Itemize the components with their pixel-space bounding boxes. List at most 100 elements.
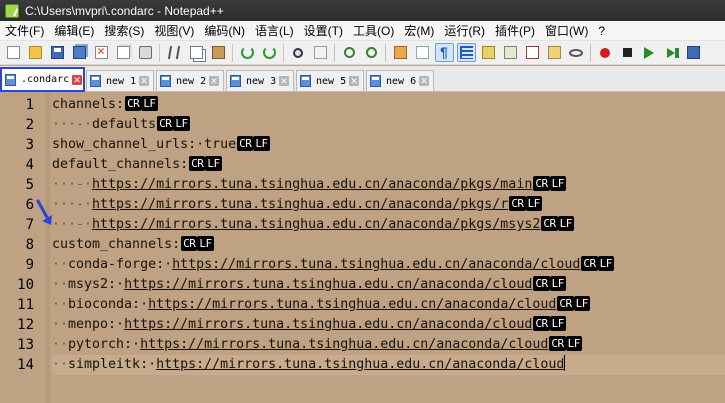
save-all-button[interactable]: [70, 43, 89, 62]
tab-new-2[interactable]: new 2 ✕: [156, 70, 224, 91]
menu-help[interactable]: ?: [593, 21, 610, 41]
tab-new-6[interactable]: new 6 ✕: [366, 70, 434, 91]
user-language-button[interactable]: [479, 43, 498, 62]
zoom-out-button[interactable]: [362, 43, 381, 62]
menu-file[interactable]: 文件(F): [0, 21, 49, 41]
find-button[interactable]: [289, 43, 308, 62]
code-area[interactable]: 1 channels: CR LF 2 ···-·defaults CR LF 3 show_ch…: [17, 95, 725, 375]
tab-new-1[interactable]: new 1 ✕: [86, 70, 154, 91]
indent-guide-button[interactable]: [456, 43, 476, 62]
tab-condarc[interactable]: .condarc ✕: [0, 67, 85, 92]
code-line[interactable]: 3 show_channel_urls:·true CR LF: [26, 135, 725, 155]
word-wrap-button[interactable]: [413, 43, 432, 62]
lf-marker: LF: [525, 196, 542, 211]
tab-close-icon[interactable]: ✕: [139, 76, 150, 86]
folder-workspace-button[interactable]: [545, 43, 564, 62]
new-file-button[interactable]: [4, 43, 23, 62]
save-button[interactable]: [48, 43, 67, 62]
code-line[interactable]: 2 ···-·defaults CR LF: [26, 115, 725, 135]
editor-pane[interactable]: 1 channels: CR LF 2 ···-·defaults CR LF 3 show_ch…: [0, 93, 725, 403]
tab-close-icon[interactable]: ✕: [279, 76, 290, 86]
menu-view[interactable]: 视图(V): [149, 21, 199, 41]
url-link[interactable]: https://mirrors.tuna.tsinghua.edu.cn/ana…: [172, 257, 580, 272]
tab-close-icon[interactable]: ✕: [209, 76, 220, 86]
url-link[interactable]: https://mirrors.tuna.tsinghua.edu.cn/ana…: [124, 277, 532, 292]
url-link[interactable]: https://mirrors.tuna.tsinghua.edu.cn/ana…: [140, 337, 548, 352]
whitespace-markers: ··: [52, 277, 69, 292]
play-macro-button[interactable]: [640, 43, 659, 62]
close-all-button[interactable]: [114, 43, 133, 62]
tab-close-icon[interactable]: ✕: [419, 76, 430, 86]
code-line[interactable]: 12 ··menpo:·https://mirrors.tuna.tsinghua…: [17, 315, 725, 335]
tab-label: new 6: [386, 75, 417, 87]
close-button[interactable]: [92, 43, 111, 62]
url-link[interactable]: https://mirrors.tuna.tsinghua.edu.cn/ana…: [92, 217, 540, 232]
stop-macro-button[interactable]: [618, 43, 637, 62]
menu-edit[interactable]: 编辑(E): [49, 21, 99, 41]
zoom-in-button[interactable]: [340, 43, 359, 62]
url-link[interactable]: https://mirrors.tuna.tsinghua.edu.cn/ana…: [156, 357, 564, 372]
cut-button[interactable]: [165, 43, 184, 62]
menu-plugins[interactable]: 插件(P): [490, 21, 540, 41]
code-line[interactable]: 10 ··msys2:·https://mirrors.tuna.tsinghua…: [17, 275, 725, 295]
print-button[interactable]: [136, 43, 155, 62]
monitoring-button[interactable]: [567, 43, 586, 62]
code-line[interactable]: 1 channels: CR LF: [26, 95, 725, 115]
url-link[interactable]: https://mirrors.tuna.tsinghua.edu.cn/ana…: [148, 297, 556, 312]
line-number: 9: [25, 257, 34, 273]
code-line[interactable]: 7 ···-·https://mirrors.tuna.tsinghua.edu.…: [26, 215, 725, 235]
show-all-chars-button[interactable]: ¶: [434, 43, 454, 62]
line-number: 2: [25, 117, 34, 133]
code-line[interactable]: 5 ···-·https://mirrors.tuna.tsinghua.edu.…: [26, 175, 725, 195]
menu-settings[interactable]: 设置(T): [299, 21, 348, 41]
save-macro-button[interactable]: [684, 43, 703, 62]
replace-button[interactable]: [311, 43, 330, 62]
code-text: conda-forge:·: [68, 257, 173, 272]
run-macro-multiple-icon: [667, 47, 675, 58]
record-macro-button[interactable]: [596, 43, 615, 62]
code-line[interactable]: 4 default_channels: CR LF: [26, 155, 725, 175]
annotation-arrow-icon: [36, 199, 52, 225]
menu-tools[interactable]: 工具(O): [348, 21, 399, 41]
title-bar: C:\Users\mvpri\.condarc - Notepad++: [0, 0, 725, 21]
url-link[interactable]: https://mirrors.tuna.tsinghua.edu.cn/ana…: [92, 177, 532, 192]
undo-button[interactable]: [238, 43, 257, 62]
code-line[interactable]: 11 ··bioconda:·https://mirrors.tuna.tsing…: [17, 295, 725, 315]
url-link[interactable]: https://mirrors.tuna.tsinghua.edu.cn/ana…: [92, 197, 508, 212]
menu-encoding[interactable]: 编码(N): [199, 21, 250, 41]
lf-marker: LF: [597, 256, 614, 271]
redo-button[interactable]: [260, 43, 279, 62]
menu-macro[interactable]: 宏(M): [399, 21, 439, 41]
monitoring-icon: [569, 48, 583, 57]
tab-new-3[interactable]: new 3 ✕: [226, 70, 294, 91]
open-file-button[interactable]: [26, 43, 45, 62]
open-file-icon: [28, 46, 42, 59]
function-list-button[interactable]: [523, 43, 542, 62]
document-map-icon: [503, 46, 517, 59]
new-file-icon: [6, 46, 20, 59]
copy-button[interactable]: [187, 43, 206, 62]
tab-close-icon[interactable]: ✕: [72, 74, 83, 85]
run-macro-multiple-button[interactable]: [662, 43, 681, 62]
menu-window[interactable]: 窗口(W): [540, 21, 593, 41]
menu-language[interactable]: 语言(L): [250, 21, 299, 41]
menu-run[interactable]: 运行(R): [439, 21, 490, 41]
code-line[interactable]: 13 ··pytorch:·https://mirrors.tuna.tsingh…: [17, 335, 725, 355]
code-line[interactable]: 8 custom_channels: CR LF: [26, 235, 725, 255]
paste-button[interactable]: [209, 43, 228, 62]
code-line[interactable]: 14 ··simpleitk:·https://mirrors.tuna.tsin…: [17, 355, 725, 375]
sync-scroll-button[interactable]: [391, 43, 410, 62]
toolbar-separator: [283, 43, 284, 62]
tab-label: new 1: [106, 75, 137, 87]
tab-close-icon[interactable]: ✕: [349, 76, 360, 86]
code-line[interactable]: 9 ··conda-forge:·https://mirrors.tuna.tsi…: [26, 255, 725, 275]
line-number: 5: [25, 177, 34, 193]
whitespace-markers: ···-·: [52, 117, 93, 132]
cr-marker: CR: [533, 276, 550, 291]
tab-new-5[interactable]: new 5 ✕: [296, 70, 364, 91]
code-line[interactable]: 6 ···-·https://mirrors.tuna.tsinghua.edu.…: [26, 195, 725, 215]
menu-search[interactable]: 搜索(S): [99, 21, 149, 41]
url-link[interactable]: https://mirrors.tuna.tsinghua.edu.cn/ana…: [124, 317, 532, 332]
code-text: default_channels:: [52, 157, 189, 172]
document-map-button[interactable]: [501, 43, 520, 62]
